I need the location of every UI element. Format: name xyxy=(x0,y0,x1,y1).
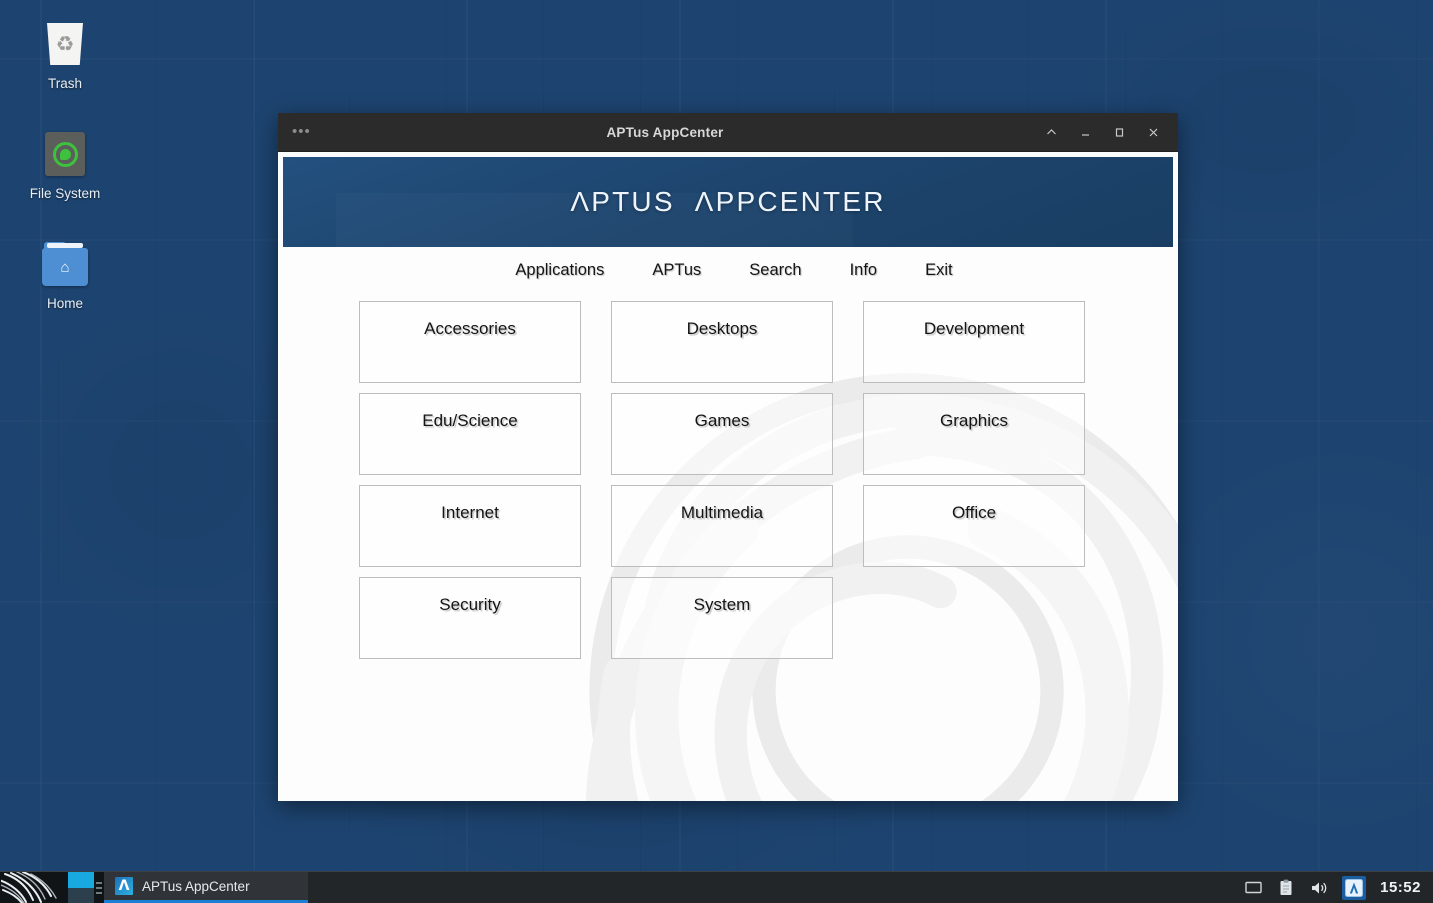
taskbar-window-label: APTus AppCenter xyxy=(142,878,250,894)
menu-item-applications[interactable]: Applications xyxy=(513,259,606,282)
workspace-1[interactable] xyxy=(68,872,94,888)
minimize-button[interactable] xyxy=(1070,118,1100,146)
parrot-swirl-icon xyxy=(1,872,57,903)
category-button-graphics[interactable]: Graphics xyxy=(863,393,1085,475)
panel-drag-handle[interactable] xyxy=(94,872,104,903)
workspace-switcher[interactable] xyxy=(68,872,94,903)
desktop[interactable]: ♻ Trash File System ⌂ Home ••• APTus App… xyxy=(0,0,1433,903)
desktop-icon-label: Home xyxy=(46,296,83,311)
category-button-office[interactable]: Office xyxy=(863,485,1085,567)
volume-icon[interactable] xyxy=(1309,878,1329,898)
menu-item-info[interactable]: Info xyxy=(848,259,880,282)
menu-item-search[interactable]: Search xyxy=(747,259,803,282)
desktop-icon-label: Trash xyxy=(47,76,82,91)
aptus-icon: Λ xyxy=(115,877,133,895)
menu-item-aptus[interactable]: APTus xyxy=(650,259,703,282)
aptus-appcenter-logo: ΛPTUS ΛPPCENTER xyxy=(570,186,886,217)
app-menubar[interactable]: Applications APTus Search Info Exit xyxy=(278,247,1178,293)
window-titlebar[interactable]: ••• APTus AppCenter xyxy=(278,113,1178,152)
app-header-banner: ΛPTUS ΛPPCENTER xyxy=(283,157,1173,247)
window-menu-icon[interactable]: ••• xyxy=(292,124,322,139)
category-button-multimedia[interactable]: Multimedia xyxy=(611,485,833,567)
window-title: APTus AppCenter xyxy=(606,124,724,140)
category-button-edu-science[interactable]: Edu/Science xyxy=(359,393,581,475)
desktop-icon-file-system[interactable]: File System xyxy=(6,128,124,202)
category-button-development[interactable]: Development xyxy=(863,301,1085,383)
display-icon[interactable] xyxy=(1243,878,1263,898)
clock[interactable]: 15:52 xyxy=(1380,879,1433,896)
maximize-button[interactable] xyxy=(1104,118,1134,146)
aptus-tray-icon[interactable] xyxy=(1342,875,1367,900)
category-button-internet[interactable]: Internet xyxy=(359,485,581,567)
desktop-icon-home[interactable]: ⌂ Home xyxy=(6,238,124,312)
start-menu-button[interactable] xyxy=(0,872,68,903)
category-button-desktops[interactable]: Desktops xyxy=(611,301,833,383)
close-button[interactable] xyxy=(1138,118,1168,146)
workspace-2[interactable] xyxy=(68,887,94,903)
desktop-icon-trash[interactable]: ♻ Trash xyxy=(6,18,124,92)
desktop-icon-label: File System xyxy=(29,186,101,201)
category-button-system[interactable]: System xyxy=(611,577,833,659)
system-tray xyxy=(1243,875,1380,900)
category-button-accessories[interactable]: Accessories xyxy=(359,301,581,383)
filesystem-icon xyxy=(6,128,124,180)
category-grid: Accessories Desktops Development Edu/Sci… xyxy=(278,293,1178,659)
shade-button[interactable] xyxy=(1036,118,1066,146)
app-header-area: ΛPTUS ΛPPCENTER xyxy=(278,152,1178,247)
category-button-security[interactable]: Security xyxy=(359,577,581,659)
menu-item-exit[interactable]: Exit xyxy=(923,259,955,282)
category-button-games[interactable]: Games xyxy=(611,393,833,475)
home-folder-icon: ⌂ xyxy=(6,238,124,290)
taskbar[interactable]: Λ APTus AppCenter 15:52 xyxy=(0,871,1433,903)
aptus-appcenter-window[interactable]: ••• APTus AppCenter ΛPTUS ΛPPCENTER Appl… xyxy=(278,113,1178,801)
clipboard-icon[interactable] xyxy=(1276,878,1296,898)
window-controls xyxy=(1008,118,1168,146)
trash-icon: ♻ xyxy=(6,18,124,70)
taskbar-window-button-aptus-appcenter[interactable]: Λ APTus AppCenter xyxy=(104,872,308,903)
window-content: ΛPTUS ΛPPCENTER Applications APTus Searc… xyxy=(278,152,1178,801)
